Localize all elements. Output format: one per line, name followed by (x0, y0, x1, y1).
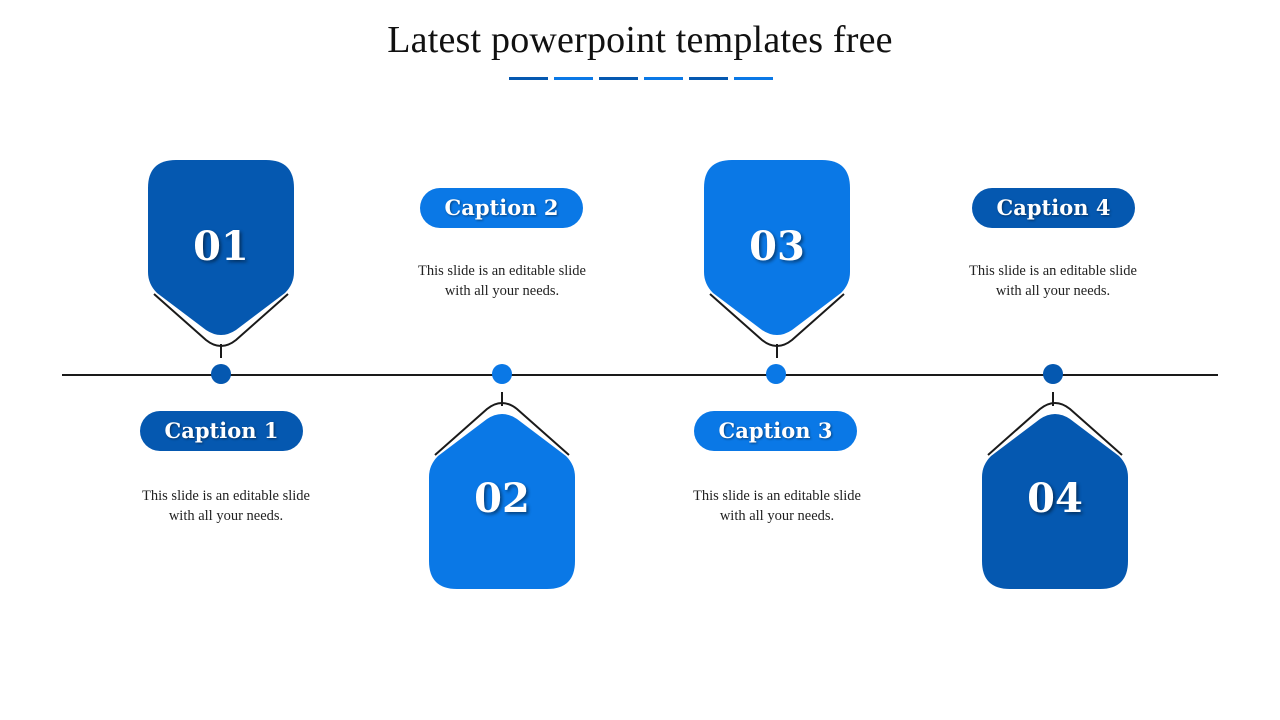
timeline-dot (211, 364, 231, 384)
underline-segment (734, 77, 773, 80)
step-number: 01 (193, 223, 249, 270)
step-number: 02 (474, 475, 530, 522)
timeline-dot (766, 364, 786, 384)
underline-segment (554, 77, 593, 80)
step-description: This slide is an editable slide with all… (969, 263, 1137, 299)
timeline-dot (492, 364, 512, 384)
timeline-dot (1043, 364, 1063, 384)
step-description: This slide is an editable slide with all… (693, 488, 861, 524)
slide-title: Latest powerpoint templates free (387, 19, 893, 61)
underline-segment (644, 77, 683, 80)
step-number: 03 (749, 223, 805, 270)
step-description: This slide is an editable slide with all… (142, 488, 310, 524)
connector-tick (776, 344, 778, 358)
underline-segment (599, 77, 638, 80)
step-number: 04 (1027, 475, 1083, 522)
connector-tick (220, 344, 222, 358)
caption-pill: Caption 2 (420, 188, 583, 228)
caption-pill: Caption 3 (694, 411, 857, 451)
slide: Latest powerpoint templates free 01 Capt… (0, 0, 1280, 720)
underline-segment (689, 77, 728, 80)
caption-pill: Caption 4 (972, 188, 1135, 228)
underline-segment (509, 77, 548, 80)
step-description: This slide is an editable slide with all… (418, 263, 586, 299)
caption-pill: Caption 1 (140, 411, 303, 451)
